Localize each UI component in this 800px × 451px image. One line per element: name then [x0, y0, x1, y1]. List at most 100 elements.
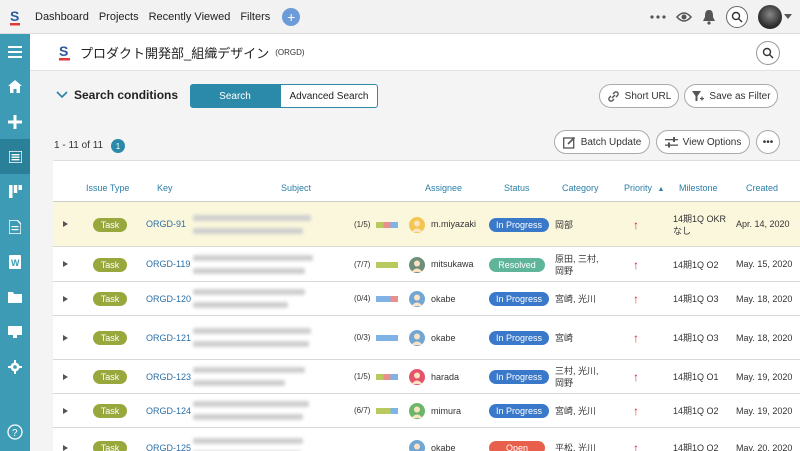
eye-icon[interactable] — [676, 11, 692, 23]
table-row[interactable]: Task ORGD-124 (6/7) mimura In Progress 宮崎, 光川… — [53, 394, 800, 428]
issue-key-link[interactable]: ORGD-120 — [146, 294, 191, 304]
expand-caret-icon[interactable] — [63, 373, 68, 380]
milestone-text[interactable]: 14期1Q O2 — [673, 405, 719, 417]
assignee-avatar — [409, 330, 425, 346]
subject-blurred-line[interactable] — [193, 367, 305, 373]
table-row[interactable]: Task ORGD-120 (0/4) okabe In Progress 宮崎, 光川 ↑… — [53, 282, 800, 316]
col-subject[interactable]: Subject — [281, 183, 311, 193]
created-date: May. 19, 2020 — [736, 405, 793, 416]
col-priority[interactable]: Priority ▲ — [624, 183, 664, 193]
subject-blurred-line[interactable] — [193, 254, 313, 261]
sidebar-settings-icon[interactable] — [0, 349, 30, 384]
tab-advanced-search[interactable]: Advanced Search — [280, 84, 378, 108]
avatar[interactable] — [758, 5, 792, 29]
table-row[interactable]: Task ORGD-123 (1/5) harada In Progress 三村, 光川… — [53, 360, 800, 394]
nav-projects[interactable]: Projects — [99, 11, 139, 23]
sidebar-help-icon[interactable]: ? — [0, 414, 30, 449]
save-as-filter-button[interactable]: Save as Filter — [684, 84, 778, 108]
priority-high-icon: ↑ — [633, 370, 639, 384]
sidebar-git-icon[interactable] — [0, 314, 30, 349]
issue-type-badge: Task — [93, 331, 127, 345]
subtask-count: (0/3) — [354, 333, 371, 342]
bell-icon[interactable] — [702, 9, 716, 25]
assignee-name: okabe — [431, 442, 456, 451]
assignee-name: okabe — [431, 332, 456, 343]
expand-caret-icon[interactable] — [63, 221, 68, 227]
sidebar-add-icon[interactable] — [0, 104, 30, 139]
assignee-avatar — [409, 369, 425, 385]
issue-key-link[interactable]: ORGD-123 — [146, 372, 191, 382]
priority-high-icon: ↑ — [633, 441, 639, 451]
subject-blurred-line[interactable] — [193, 302, 288, 308]
col-issue-type[interactable]: Issue Type — [86, 183, 129, 193]
issue-key-link[interactable]: ORGD-91 — [146, 219, 186, 229]
subject-blurred-line[interactable] — [193, 380, 285, 386]
milestone-text[interactable]: 14期1Q O2 — [673, 442, 719, 451]
category-text: 平松, 光川 — [555, 443, 597, 451]
col-milestone[interactable]: Milestone — [679, 183, 718, 193]
subject-blurred-line[interactable] — [193, 214, 311, 221]
col-created[interactable]: Created — [746, 183, 778, 193]
table-row[interactable]: Task ORGD-91 (1/5) m.miyazaki In Progress 岡部 ↑… — [53, 202, 800, 247]
add-button[interactable]: + — [282, 7, 301, 26]
assignee-avatar — [409, 291, 425, 307]
col-category[interactable]: Category — [562, 183, 599, 193]
col-key[interactable]: Key — [157, 183, 173, 193]
sidebar-wiki-icon[interactable]: W — [0, 244, 30, 279]
subject-blurred-line[interactable] — [193, 414, 303, 420]
created-date: May. 18, 2020 — [736, 293, 793, 304]
global-search-icon[interactable] — [726, 6, 748, 28]
issue-key-link[interactable]: ORGD-121 — [146, 333, 191, 343]
project-name[interactable]: プロダクト開発部_組織デザイン — [80, 43, 269, 62]
search-conditions-toggle[interactable]: Search conditions — [56, 88, 178, 102]
subject-blurred-line[interactable] — [193, 328, 311, 334]
short-url-button[interactable]: Short URL — [599, 84, 679, 108]
nav-dashboard[interactable]: Dashboard — [35, 11, 89, 23]
page-badge[interactable]: 1 — [111, 139, 125, 153]
subject-blurred-line[interactable] — [193, 341, 309, 347]
subtask-count: (6/7) — [354, 406, 371, 415]
sidebar-files-icon[interactable] — [0, 279, 30, 314]
assignee-avatar — [409, 440, 425, 451]
milestone-text[interactable]: 14期1Q O1 — [673, 371, 719, 383]
milestone-text[interactable]: 14期1Q O2 — [673, 259, 719, 271]
tab-search[interactable]: Search — [190, 84, 280, 108]
table-row[interactable]: Task ORGD-119 (7/7) mitsukawa Resolved 原田, 三村… — [53, 247, 800, 282]
table-row[interactable]: Task ORGD-125 okabe Open 平松, 光川 ↑ 14期1Q O2 May.… — [53, 428, 800, 451]
subject-blurred-line[interactable] — [193, 267, 305, 274]
sidebar-home-icon[interactable] — [0, 69, 30, 104]
priority-high-icon: ↑ — [633, 257, 639, 272]
more-icon[interactable] — [650, 14, 666, 20]
subject-blurred-line[interactable] — [193, 227, 303, 234]
issue-key-link[interactable]: ORGD-119 — [146, 259, 190, 269]
subject-blurred-line[interactable] — [193, 401, 309, 407]
expand-caret-icon[interactable] — [63, 261, 68, 267]
subject-blurred-line[interactable] — [193, 438, 303, 444]
sidebar-document-icon[interactable] — [0, 209, 30, 244]
view-options-button[interactable]: View Options — [656, 130, 750, 154]
subject-blurred-line[interactable] — [193, 289, 305, 295]
col-status[interactable]: Status — [504, 183, 530, 193]
expand-caret-icon[interactable] — [63, 444, 68, 451]
milestone-text[interactable]: 14期1Q O3 — [673, 332, 719, 344]
sidebar-issues-icon[interactable] — [0, 139, 30, 174]
expand-caret-icon[interactable] — [63, 334, 68, 341]
sidebar-menu-icon[interactable] — [0, 34, 30, 69]
sidebar-board-icon[interactable] — [0, 174, 30, 209]
milestone-text[interactable]: 14期1Q O3 — [673, 293, 719, 305]
top-nav: S Dashboard Projects Recently Viewed Fil… — [0, 0, 800, 34]
more-options-button[interactable]: ••• — [756, 130, 780, 154]
expand-caret-icon[interactable] — [63, 295, 68, 302]
project-search-icon[interactable] — [756, 41, 780, 65]
issue-key-link[interactable]: ORGD-124 — [146, 406, 191, 416]
batch-update-button[interactable]: Batch Update — [554, 130, 650, 154]
milestone-text[interactable]: 14期1Q OKR なし — [673, 213, 726, 237]
col-assignee[interactable]: Assignee — [425, 183, 462, 193]
backlog-logo[interactable]: S — [0, 0, 30, 34]
nav-recently-viewed[interactable]: Recently Viewed — [149, 11, 231, 23]
table-row[interactable]: Task ORGD-121 (0/3) okabe In Progress 宮崎 ↑ 14期1… — [53, 316, 800, 360]
issue-key-link[interactable]: ORGD-125 — [146, 443, 191, 451]
status-badge: Open — [489, 441, 545, 451]
nav-filters[interactable]: Filters — [240, 11, 270, 23]
expand-caret-icon[interactable] — [63, 407, 68, 414]
